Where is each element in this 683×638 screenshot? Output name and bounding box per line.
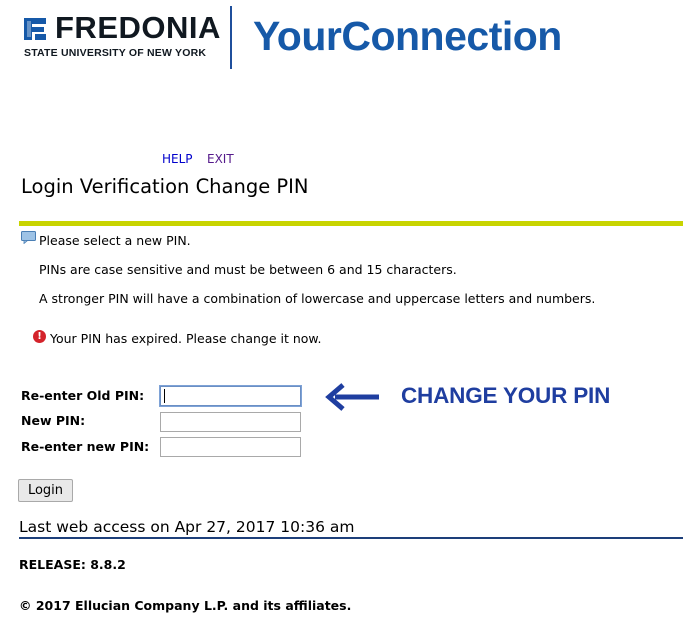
reenter-new-pin-input[interactable] [160,437,301,457]
exclamation-circle-icon: ! [33,330,46,343]
page-title: Login Verification Change PIN [21,175,309,198]
exit-link[interactable]: EXIT [207,152,234,166]
release-version: RELEASE: 8.8.2 [19,557,126,572]
title-divider [19,221,683,226]
last-access-text: Last web access on Apr 27, 2017 10:36 am [19,518,355,536]
pin-rule-strength: A stronger PIN will have a combination o… [39,291,596,306]
fredonia-logo-icon [24,18,46,40]
old-pin-input[interactable] [160,386,301,406]
info-message: Please select a new PIN. [39,233,191,248]
text-caret [164,389,165,403]
university-name: FREDONIA [55,10,221,45]
speech-bubble-icon [21,231,36,244]
pin-rule-length: PINs are case sensitive and must be betw… [39,262,457,277]
copyright-text: © 2017 Ellucian Company L.P. and its aff… [19,598,352,613]
footer-divider [19,537,683,539]
old-pin-label: Re-enter Old PIN: [21,388,145,403]
university-subtitle: STATE UNIVERSITY OF NEW YORK [24,47,207,59]
new-pin-input[interactable] [160,412,301,432]
login-button[interactable]: Login [18,479,73,502]
reenter-new-pin-label: Re-enter new PIN: [21,439,150,454]
change-pin-annotation: CHANGE YOUR PIN [401,383,611,408]
arrow-left-icon [325,383,379,411]
new-pin-label: New PIN: [21,413,86,428]
app-name: YourConnection [253,13,562,59]
help-link[interactable]: HELP [162,152,193,166]
header-divider [230,6,232,69]
error-message: Your PIN has expired. Please change it n… [50,331,322,346]
